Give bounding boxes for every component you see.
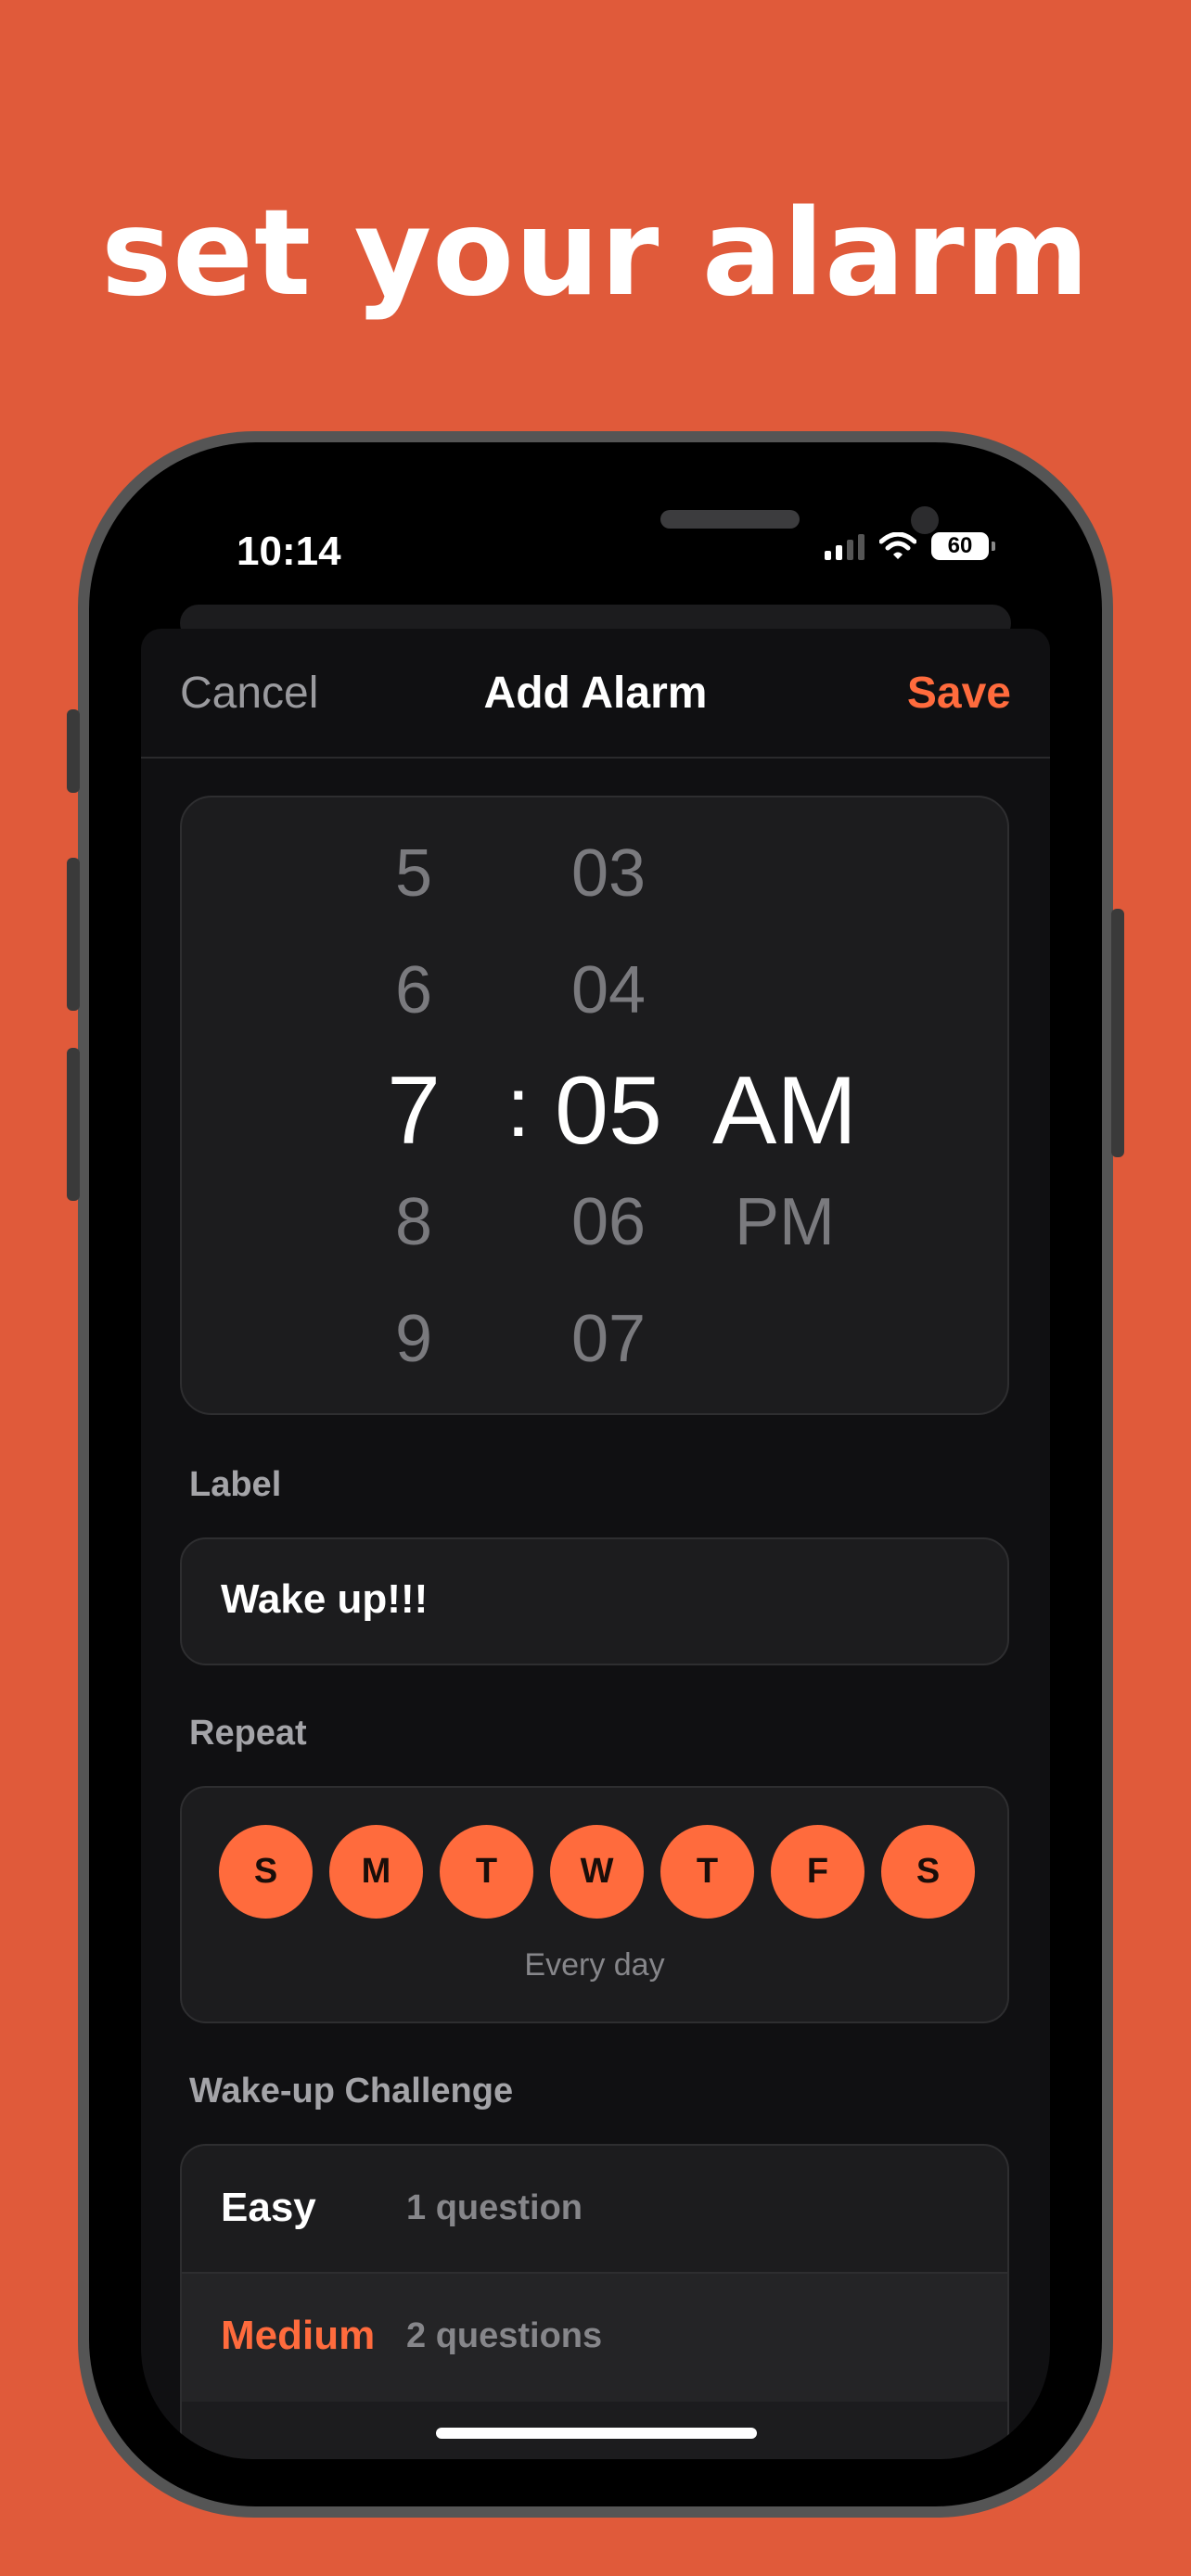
challenge-option-medium[interactable]: Medium 2 questions [182,2274,1007,2402]
period-selected[interactable]: AM [701,1063,868,1159]
volume-down-button [67,1048,80,1201]
challenge-name: Easy [221,2185,316,2230]
minute-option[interactable]: 04 [534,957,683,1024]
front-camera [911,506,939,534]
hour-option[interactable]: 9 [367,1306,460,1372]
hour-option[interactable]: 5 [367,840,460,907]
phone-screen: 10:14 60 Cancel Add Alarm Save 5 6 7 8 9… [141,493,1050,2459]
volume-up-button [67,858,80,1011]
challenge-heading: Wake-up Challenge [189,2072,514,2111]
challenge-desc: 1 question [406,2188,583,2227]
status-time: 10:14 [237,529,341,574]
minute-option[interactable]: 06 [534,1189,683,1256]
day-sunday[interactable]: S [219,1825,313,1919]
cancel-button[interactable]: Cancel [180,668,318,719]
challenge-desc: 2 questions [406,2316,603,2355]
day-friday[interactable]: F [771,1825,864,1919]
repeat-summary: Every day [524,1947,665,1983]
challenge-name: Medium [221,2313,376,2358]
label-input[interactable]: Wake up!!! [221,1576,428,1623]
minute-option[interactable]: 03 [534,840,683,907]
save-button[interactable]: Save [907,668,1011,719]
day-thursday[interactable]: T [660,1825,754,1919]
notch [336,493,939,592]
hour-option[interactable]: 6 [367,957,460,1024]
status-icons: 60 [825,532,995,560]
period-option[interactable]: PM [701,1189,868,1256]
power-button [1111,909,1124,1157]
cellular-signal-icon [825,532,864,560]
navigation-bar: Cancel Add Alarm Save [141,629,1050,759]
day-wednesday[interactable]: W [550,1825,644,1919]
challenge-option-easy[interactable]: Easy 1 question [182,2146,1007,2274]
minute-option[interactable]: 07 [534,1306,683,1372]
battery-icon: 60 [931,532,995,560]
wifi-icon [879,532,916,560]
day-monday[interactable]: M [329,1825,423,1919]
challenge-list: Easy 1 question Medium 2 questions [180,2144,1009,2459]
repeat-card: S M T W T F S Every day [180,1786,1009,2023]
home-indicator[interactable] [436,2428,757,2439]
minute-selected[interactable]: 05 [534,1063,683,1159]
add-alarm-sheet: Cancel Add Alarm Save 5 6 7 8 9 : 03 04 … [141,629,1050,2459]
time-separator: : [506,1060,531,1154]
label-heading: Label [189,1465,282,1504]
hour-option[interactable]: 8 [367,1189,460,1256]
speaker-grille [660,510,800,529]
repeat-heading: Repeat [189,1714,307,1753]
time-picker[interactable]: 5 6 7 8 9 : 03 04 05 06 07 AM PM [180,796,1009,1415]
headline: set your alarm [100,185,1091,323]
hour-selected[interactable]: 7 [367,1063,460,1159]
label-field[interactable]: Wake up!!! [180,1537,1009,1665]
mute-switch [67,709,80,793]
day-selector: S M T W T F S [219,1825,975,1919]
day-saturday[interactable]: S [881,1825,975,1919]
day-tuesday[interactable]: T [440,1825,533,1919]
